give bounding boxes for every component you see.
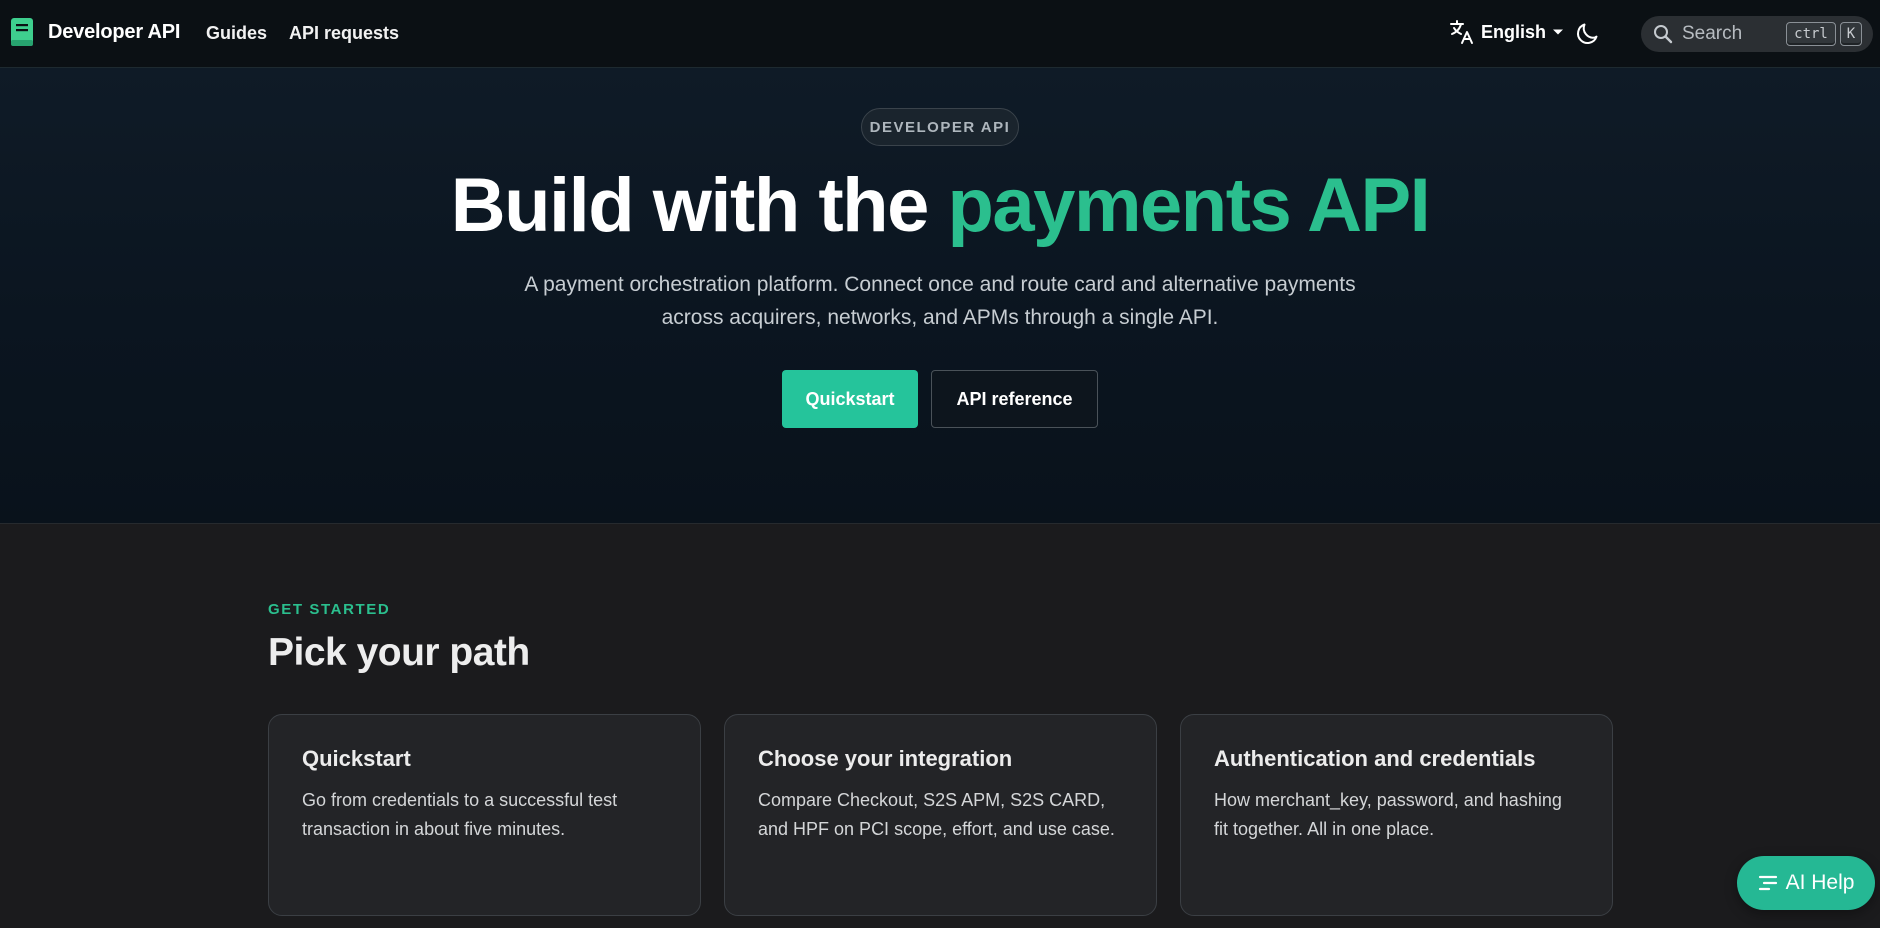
language-label: English — [1481, 21, 1547, 42]
nav-link-guides[interactable]: Guides — [206, 23, 267, 44]
card-authentication[interactable]: Authentication and credentials How merch… — [1180, 714, 1613, 916]
card-description: How merchant_key, password, and hashing … — [1214, 790, 1562, 839]
card-description: Go from credentials to a successful test… — [302, 790, 618, 839]
card-choose-integration[interactable]: Choose your integration Compare Checkout… — [724, 714, 1157, 916]
hero-section: DEVELOPER API Build with the payments AP… — [0, 68, 1880, 524]
brand-link[interactable]: Developer API — [10, 17, 180, 47]
card-description: Compare Checkout, S2S APM, S2S CARD, and… — [758, 790, 1115, 839]
list-icon — [1758, 875, 1777, 891]
api-reference-button[interactable]: API reference — [931, 370, 1098, 428]
ai-help-button[interactable]: AI Help — [1737, 856, 1875, 910]
search-button[interactable]: Search ctrl K — [1641, 16, 1873, 52]
search-icon — [1654, 25, 1673, 44]
hero-badge: DEVELOPER API — [861, 108, 1019, 146]
language-selector[interactable]: English — [1449, 19, 1564, 45]
top-navbar: Developer API Guides API requests Englis… — [0, 0, 1880, 68]
search-label: Search — [1682, 23, 1743, 44]
hero-title-accent: payments API — [947, 163, 1430, 248]
hero-title: Build with the payments API — [0, 168, 1880, 244]
brand-title: Developer API — [48, 20, 181, 43]
hero-subtitle: A payment orchestration platform. Connec… — [524, 273, 1356, 329]
shortcut-key-k: K — [1840, 22, 1862, 46]
card-title: Quickstart — [302, 746, 411, 771]
card-quickstart[interactable]: Quickstart Go from credentials to a succ… — [268, 714, 701, 916]
shortcut-key-ctrl: ctrl — [1786, 22, 1836, 46]
hero-title-plain: Build with the — [450, 163, 948, 248]
section-eyebrow: GET STARTED — [268, 601, 391, 618]
section-title: Pick your path — [268, 631, 530, 674]
quickstart-button[interactable]: Quickstart — [782, 370, 918, 428]
translate-icon — [1450, 20, 1473, 44]
card-title: Authentication and credentials — [1214, 746, 1536, 771]
chevron-down-icon — [1553, 29, 1564, 35]
card-title: Choose your integration — [758, 746, 1013, 771]
moon-icon[interactable] — [1574, 19, 1602, 47]
ai-help-label: AI Help — [1785, 871, 1855, 894]
nav-link-api-requests[interactable]: API requests — [289, 23, 399, 44]
book-logo-icon — [11, 18, 33, 46]
